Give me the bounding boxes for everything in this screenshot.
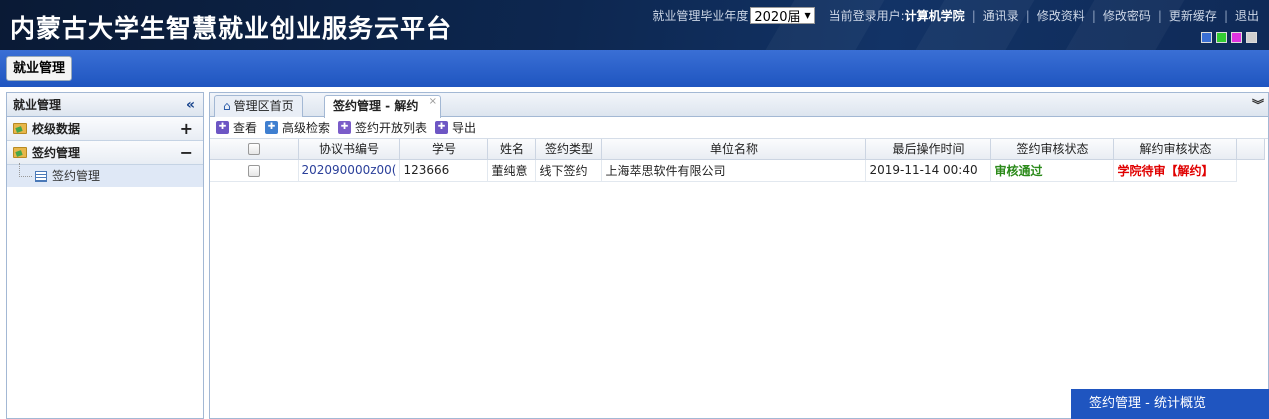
collapse-group-icon[interactable]: − bbox=[180, 141, 193, 165]
sidebar-group-school-data[interactable]: 校级数据 + bbox=[7, 117, 203, 141]
year-label: 就业管理毕业年度 bbox=[652, 9, 749, 23]
column-header[interactable]: 签约审核状态 bbox=[990, 139, 1115, 160]
collapse-icon[interactable]: « bbox=[186, 93, 195, 117]
employment-management-button[interactable]: 就业管理 bbox=[6, 56, 73, 81]
theme-switcher bbox=[1201, 32, 1257, 43]
column-header[interactable]: 签约类型 bbox=[535, 139, 603, 160]
column-header[interactable]: 解约审核状态 bbox=[1113, 139, 1238, 160]
change-password-link[interactable]: 修改密码 bbox=[1103, 7, 1151, 24]
expand-icon[interactable]: + bbox=[180, 117, 193, 141]
termination-review-status-cell: 学院待审【解约】 bbox=[1113, 159, 1238, 182]
folder-icon bbox=[13, 123, 27, 134]
column-header[interactable]: 最后操作时间 bbox=[865, 139, 992, 160]
app-header: 内蒙古大学生智慧就业创业服务云平台 就业管理毕业年度 2020届 ▼ 当前登录用户… bbox=[0, 0, 1269, 50]
sidebar-group-signing[interactable]: 签约管理 − bbox=[7, 141, 203, 165]
sidebar: 就业管理 « 校级数据 + 签约管理 − 签约管理 bbox=[6, 92, 204, 419]
theme-green-swatch[interactable] bbox=[1216, 32, 1227, 43]
chevron-down-icon: ▼ bbox=[804, 11, 811, 20]
export-icon: ✚ bbox=[435, 121, 449, 134]
open-list-button[interactable]: ✚ 签约开放列表 bbox=[338, 119, 427, 136]
tab-label: 签约管理 - 解约 bbox=[333, 99, 419, 113]
sidebar-title: 就业管理 bbox=[13, 98, 62, 112]
search-icon: ✚ bbox=[265, 121, 279, 134]
sidebar-header: 就业管理 « bbox=[7, 93, 203, 117]
statistics-overview-popup[interactable]: 签约管理 - 统计概览 bbox=[1071, 389, 1269, 419]
table-header-row: 协议书编号 学号 姓名 签约类型 单位名称 最后操作时间 签约审核状态 解约审核… bbox=[210, 139, 1266, 160]
chevron-double-down-icon[interactable]: ︾ bbox=[1252, 96, 1264, 113]
column-header[interactable]: 协议书编号 bbox=[298, 139, 401, 160]
select-all-header[interactable] bbox=[210, 139, 299, 160]
toolbar: ✚ 查看 ✚ 高级检索 ✚ 签约开放列表 ✚ 导出 bbox=[210, 117, 1268, 139]
agreement-number-cell[interactable]: 202090000z00( bbox=[298, 159, 401, 182]
edit-profile-link[interactable]: 修改资料 bbox=[1037, 7, 1085, 24]
advanced-search-button[interactable]: ✚ 高级检索 bbox=[265, 119, 330, 136]
sidebar-group-label: 校级数据 bbox=[32, 121, 81, 136]
home-icon: ⌂ bbox=[223, 99, 231, 113]
tab-signing-termination[interactable]: 签约管理 - 解约 × bbox=[324, 95, 441, 118]
view-button[interactable]: ✚ 查看 bbox=[216, 119, 257, 136]
row-spacer bbox=[1237, 159, 1265, 181]
year-value: 2020届 bbox=[754, 10, 801, 25]
user-label: 当前登录用户: bbox=[828, 9, 905, 23]
view-label: 查看 bbox=[233, 121, 258, 135]
sidebar-group-label: 签约管理 bbox=[32, 145, 81, 160]
column-header-spacer bbox=[1236, 139, 1266, 160]
theme-blue-swatch[interactable] bbox=[1201, 32, 1212, 43]
refresh-cache-link[interactable]: 更新缓存 bbox=[1169, 7, 1217, 24]
company-name-cell: 上海萃思软件有限公司 bbox=[601, 159, 867, 182]
tab-label: 管理区首页 bbox=[233, 99, 294, 113]
sidebar-item-signing-management[interactable]: 签约管理 bbox=[7, 163, 203, 187]
column-header[interactable]: 姓名 bbox=[487, 139, 537, 160]
logout-link[interactable]: 退出 bbox=[1235, 7, 1259, 24]
student-id-cell: 123666 bbox=[399, 159, 489, 182]
export-label: 导出 bbox=[452, 121, 477, 135]
name-cell: 董纯意 bbox=[487, 159, 537, 182]
grid-icon bbox=[35, 170, 47, 182]
advanced-search-label: 高级检索 bbox=[282, 121, 331, 135]
export-button[interactable]: ✚ 导出 bbox=[435, 119, 476, 136]
close-icon[interactable]: × bbox=[429, 91, 437, 112]
row-select-cell[interactable] bbox=[210, 159, 299, 182]
theme-pink-swatch[interactable] bbox=[1231, 32, 1242, 43]
column-header[interactable]: 单位名称 bbox=[601, 139, 867, 160]
last-operation-time-cell: 2019-11-14 00:40 bbox=[865, 159, 992, 182]
column-header[interactable]: 学号 bbox=[399, 139, 489, 160]
tab-admin-home[interactable]: ⌂ 管理区首页 bbox=[214, 95, 303, 117]
signing-review-status-cell: 审核通过 bbox=[990, 159, 1115, 182]
contacts-link[interactable]: 通讯录 bbox=[983, 7, 1019, 24]
module-bar: 就业管理 bbox=[0, 50, 1269, 87]
open-list-label: 签约开放列表 bbox=[355, 121, 428, 135]
tab-bar: ⌂ 管理区首页 签约管理 - 解约 × ︾ bbox=[210, 93, 1268, 118]
folder-icon bbox=[13, 147, 27, 158]
view-icon: ✚ bbox=[216, 121, 229, 134]
select-all-checkbox[interactable] bbox=[247, 143, 260, 156]
main-panel: ⌂ 管理区首页 签约管理 - 解约 × ︾ ✚ 查看 ✚ 高级检索 ✚ 签约开放列表 ✚… bbox=[209, 92, 1269, 419]
row-checkbox[interactable] bbox=[247, 164, 260, 177]
user-name: 计算机学院 bbox=[904, 9, 965, 23]
theme-gray-swatch[interactable] bbox=[1246, 32, 1257, 43]
header-user-bar: 就业管理毕业年度 2020届 ▼ 当前登录用户: 计算机学院 | 通讯录 | 修改资… bbox=[652, 7, 1259, 25]
year-select[interactable]: 2020届 ▼ bbox=[750, 7, 815, 25]
list-icon: ✚ bbox=[338, 121, 352, 134]
app-title: 内蒙古大学生智慧就业创业服务云平台 bbox=[10, 14, 453, 43]
signing-table: 协议书编号 学号 姓名 签约类型 单位名称 最后操作时间 签约审核状态 解约审核… bbox=[210, 139, 1266, 182]
sidebar-item-label: 签约管理 bbox=[52, 169, 101, 183]
table-row[interactable]: 202090000z00( 123666 董纯意 线下签约 上海萃思软件有限公司… bbox=[210, 159, 1265, 182]
signing-type-cell: 线下签约 bbox=[535, 159, 603, 182]
